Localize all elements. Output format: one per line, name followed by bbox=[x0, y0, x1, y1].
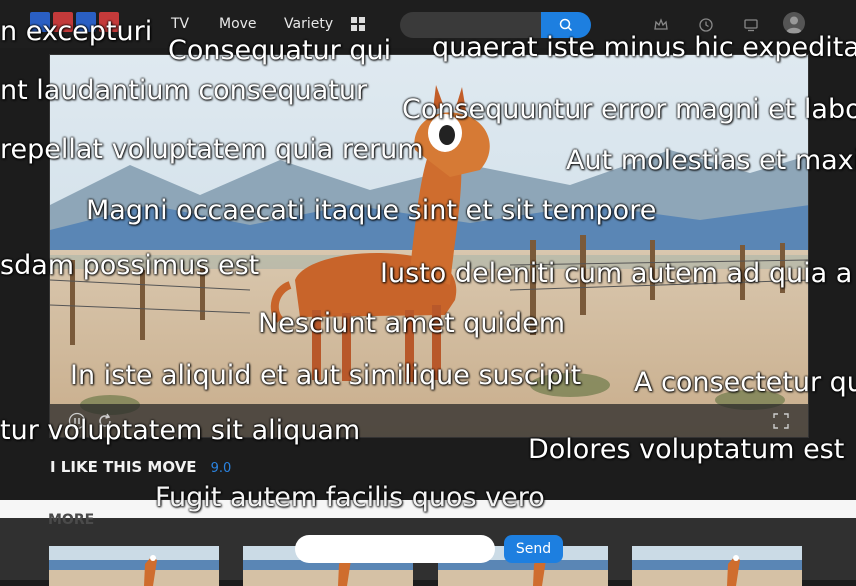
danmaku-comment: quaerat iste minus hic expedita bbox=[432, 32, 856, 63]
danmaku-comment: repellat voluptatem quia rerum bbox=[0, 134, 424, 165]
nav-link-variety[interactable]: Variety bbox=[284, 16, 333, 32]
user-avatar[interactable] bbox=[783, 12, 805, 34]
search-icon bbox=[559, 18, 573, 32]
danmaku-comment: tur voluptatem sit aliquam bbox=[0, 415, 361, 446]
user-icon bbox=[786, 16, 802, 33]
danmaku-comment: Consequatur qui bbox=[168, 35, 392, 66]
crown-icon[interactable] bbox=[653, 17, 669, 33]
danmaku-comment: sdam possimus est bbox=[0, 250, 260, 281]
movie-rating: 9.0 bbox=[210, 461, 232, 476]
danmaku-comment: Magni occaecati itaque sint et sit tempo… bbox=[86, 195, 657, 226]
danmaku-comment: Dolores voluptatum est bbox=[528, 434, 845, 465]
history-clock-icon[interactable] bbox=[698, 17, 714, 33]
danmaku-comment: Fugit autem facilis quos vero bbox=[155, 482, 545, 513]
nav-link-tv[interactable]: TV bbox=[171, 16, 189, 32]
screen-icon[interactable] bbox=[743, 17, 759, 33]
movie-info: I LIKE THIS MOVE 9.0 bbox=[50, 458, 231, 476]
danmaku-comment: n excepturi bbox=[0, 16, 153, 47]
danmaku-comment: Iusto deleniti cum autem ad quia a bbox=[380, 258, 853, 289]
danmaku-comment: Aut molestias et maxi bbox=[566, 145, 856, 176]
danmaku-comment: Consequuntur error magni et labo bbox=[402, 94, 856, 125]
related-video-thumbnail[interactable] bbox=[632, 546, 802, 586]
send-button[interactable]: Send bbox=[504, 535, 563, 563]
danmaku-comment: In iste aliquid et aut similique suscipi… bbox=[70, 360, 582, 391]
danmaku-comment: A consectetur qu bbox=[634, 367, 856, 398]
grid-menu-icon[interactable] bbox=[351, 17, 365, 31]
danmaku-comment: Nesciunt amet quidem bbox=[258, 308, 566, 339]
nav-link-move[interactable]: Move bbox=[219, 16, 257, 32]
fullscreen-icon[interactable] bbox=[772, 412, 790, 430]
more-heading: MORE bbox=[48, 512, 95, 528]
movie-title: I LIKE THIS MOVE bbox=[50, 458, 197, 476]
danmaku-comment: nt laudantium consequatur bbox=[0, 75, 368, 106]
related-video-thumbnail[interactable] bbox=[49, 546, 219, 586]
danmaku-input[interactable] bbox=[295, 535, 495, 563]
